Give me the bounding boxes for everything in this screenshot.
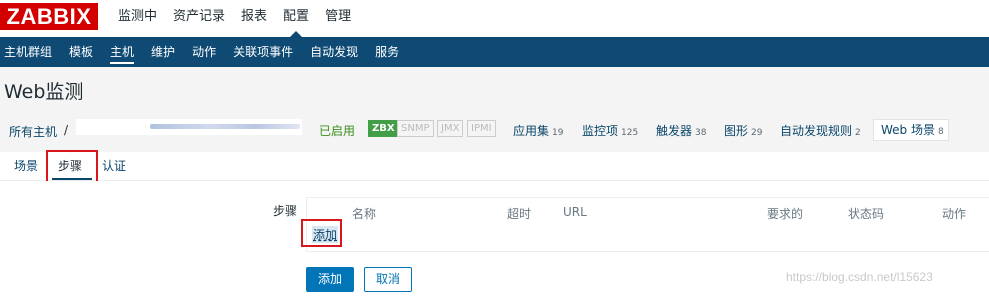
form-tabs: 场景 步骤 认证 (0, 152, 989, 181)
redacted-host-name (150, 124, 300, 129)
link-triggers[interactable]: 触发器 38 (656, 122, 706, 139)
link-triggers-label: 触发器 (656, 124, 693, 138)
menu-reports[interactable]: 报表 (241, 0, 267, 37)
link-web-scenarios-count: 8 (937, 127, 944, 137)
badge-zbx: ZBX (368, 120, 399, 137)
tab-authentication[interactable]: 认证 (102, 157, 126, 174)
column-timeout: 超时 (507, 207, 532, 221)
menu-configuration[interactable]: 配置 (283, 0, 309, 37)
add-button[interactable]: 添加 (306, 267, 354, 292)
host-name-redacted[interactable] (76, 119, 302, 135)
top-bar: ZABBIX 监测中 资产记录 报表 配置 管理 (0, 0, 989, 37)
breadcrumb-all-hosts[interactable]: 所有主机 (9, 123, 57, 140)
host-status-enabled[interactable]: 已启用 (319, 122, 355, 139)
link-graphs-count: 29 (751, 128, 763, 138)
link-triggers-count: 38 (695, 128, 707, 138)
column-action: 动作 (942, 207, 967, 221)
badge-ipmi: IPMI (467, 120, 496, 137)
zabbix-logo[interactable]: ZABBIX (0, 3, 98, 30)
link-items-label: 监控项 (582, 124, 619, 138)
steps-form: 步骤 名称 超时 URL 要求的 状态码 动作 添加 添加 取消 https:/… (0, 181, 989, 298)
column-name: 名称 (352, 207, 377, 221)
column-required: 要求的 (767, 207, 804, 221)
watermark: https://blog.csdn.net/l15623 (786, 270, 933, 284)
link-items-count: 125 (621, 128, 639, 138)
badge-jmx: JMX (437, 120, 464, 137)
page-title: Web监测 (4, 81, 84, 103)
breadcrumb-separator: / (64, 123, 69, 137)
column-status-codes: 状态码 (848, 207, 885, 221)
steps-label: 步骤 (273, 204, 298, 218)
link-applications-label: 应用集 (513, 124, 550, 138)
link-items[interactable]: 监控项 125 (582, 122, 638, 139)
submenu-services[interactable]: 服务 (375, 37, 399, 67)
link-discovery-rules-count: 2 (855, 128, 861, 138)
sub-menu: 主机群组 模板 主机 维护 动作 关联项事件 自动发现 服务 (0, 37, 989, 67)
submenu-discovery[interactable]: 自动发现 (310, 37, 358, 67)
link-applications-count: 19 (552, 128, 564, 138)
submenu-correlation[interactable]: 关联项事件 (233, 37, 293, 67)
submenu-templates[interactable]: 模板 (69, 37, 93, 67)
submenu-actions[interactable]: 动作 (192, 37, 216, 67)
tab-scenario[interactable]: 场景 (14, 157, 38, 174)
menu-inventory[interactable]: 资产记录 (173, 0, 225, 37)
link-graphs-label: 图形 (724, 124, 749, 138)
cancel-button[interactable]: 取消 (364, 267, 412, 292)
column-url: URL (563, 205, 587, 219)
link-discovery-rules-label: 自动发现规则 (780, 124, 853, 138)
menu-monitoring[interactable]: 监测中 (118, 0, 157, 37)
submenu-hosts[interactable]: 主机 (110, 37, 135, 67)
add-step-highlight-box (301, 219, 342, 247)
submenu-maintenance[interactable]: 维护 (151, 37, 175, 67)
steps-table: 名称 超时 URL 要求的 状态码 动作 (306, 197, 989, 252)
menu-administration[interactable]: 管理 (325, 0, 351, 37)
link-discovery-rules[interactable]: 自动发现规则 2 (780, 122, 861, 139)
submenu-host-groups[interactable]: 主机群组 (4, 37, 52, 67)
badge-snmp: SNMP (397, 120, 434, 137)
link-web-scenarios-label: Web 场景 (881, 123, 935, 137)
main-menu: 监测中 资产记录 报表 配置 管理 (118, 0, 367, 37)
link-applications[interactable]: 应用集 19 (513, 122, 563, 139)
link-web-scenarios[interactable]: Web 场景 8 (873, 119, 949, 141)
link-graphs[interactable]: 图形 29 (724, 122, 762, 139)
